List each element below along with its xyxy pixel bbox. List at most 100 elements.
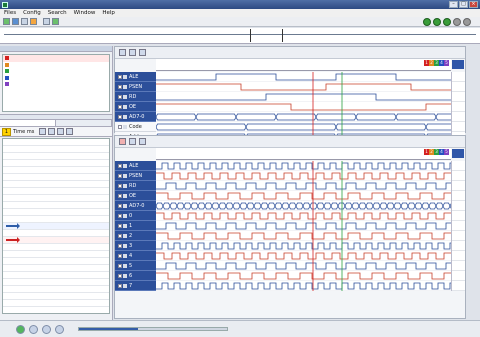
expand-icon[interactable] <box>118 85 122 89</box>
expand-icon[interactable] <box>118 254 122 258</box>
signal-row[interactable]: 3 <box>115 241 156 251</box>
signal-row[interactable]: ALE <box>115 72 156 82</box>
decoded-table[interactable] <box>2 138 110 314</box>
expand-icon[interactable] <box>118 234 122 238</box>
settings-icon[interactable] <box>66 128 74 135</box>
run-trigger-button[interactable] <box>443 18 451 26</box>
signal-row[interactable]: AD7-0 <box>115 201 156 211</box>
signal-row[interactable]: Code <box>115 122 156 132</box>
pane-top-waveforms[interactable] <box>156 72 451 142</box>
marker-chip[interactable]: 5 <box>444 149 449 155</box>
expand-icon[interactable] <box>118 264 122 268</box>
table-row[interactable] <box>3 209 109 216</box>
menu-search[interactable]: Search <box>48 10 67 16</box>
table-row[interactable] <box>3 153 109 160</box>
marker-item[interactable] <box>3 81 109 88</box>
table-row[interactable] <box>3 279 109 286</box>
expand-icon[interactable] <box>118 174 122 178</box>
table-row[interactable] <box>3 202 109 209</box>
table-row[interactable] <box>3 300 109 307</box>
table-row[interactable] <box>3 244 109 251</box>
table-row[interactable] <box>3 195 109 202</box>
expand-icon[interactable] <box>118 125 122 129</box>
expand-icon[interactable] <box>118 284 122 288</box>
cycle-icon[interactable] <box>43 18 50 25</box>
signal-row[interactable]: 0 <box>115 211 156 221</box>
signal-row[interactable]: PSEN <box>115 82 156 92</box>
pane-bottom-timebar[interactable] <box>156 148 451 160</box>
expand-icon[interactable] <box>118 224 122 228</box>
expand-icon[interactable] <box>118 194 122 198</box>
minimize-button[interactable]: – <box>449 1 458 8</box>
clock-button[interactable] <box>463 18 471 26</box>
expand-icon[interactable] <box>118 115 122 119</box>
table-row[interactable] <box>3 230 109 237</box>
signal-row[interactable]: 1 <box>115 221 156 231</box>
table-row[interactable] <box>3 139 109 146</box>
expand-icon[interactable] <box>118 204 122 208</box>
zoom-out-icon[interactable] <box>139 138 146 145</box>
expand-icon[interactable] <box>118 164 122 168</box>
signal-row[interactable]: 7 <box>115 281 156 291</box>
expand-icon[interactable] <box>118 75 122 79</box>
table-row[interactable] <box>3 251 109 258</box>
signal-row[interactable]: OE <box>115 191 156 201</box>
fit-icon[interactable] <box>139 49 146 56</box>
run-repeat-button[interactable] <box>433 18 441 26</box>
camera-icon[interactable] <box>42 324 51 334</box>
menu-config[interactable]: Config <box>23 10 41 16</box>
stop-button[interactable] <box>453 18 461 26</box>
expand-icon[interactable] <box>118 244 122 248</box>
copy-icon[interactable] <box>48 128 56 135</box>
signal-row[interactable]: RD <box>115 92 156 102</box>
expand-icon[interactable] <box>118 95 122 99</box>
signal-row[interactable]: 5 <box>115 261 156 271</box>
zoom-in-icon[interactable] <box>119 49 126 56</box>
zoom-out-icon[interactable] <box>129 49 136 56</box>
signal-row[interactable]: PSEN <box>115 171 156 181</box>
save-icon[interactable] <box>12 18 19 25</box>
pin-icon[interactable] <box>119 138 126 145</box>
marker-chip[interactable]: 5 <box>444 60 449 66</box>
menu-help[interactable]: Help <box>102 10 115 16</box>
fetch-icon[interactable] <box>30 18 37 25</box>
table-row[interactable] <box>3 216 109 223</box>
search-icon[interactable] <box>39 128 47 135</box>
table-row[interactable] <box>3 265 109 272</box>
table-row[interactable] <box>3 223 109 230</box>
link-icon[interactable] <box>29 324 38 334</box>
table-row[interactable] <box>3 293 109 300</box>
filter-icon[interactable] <box>57 128 65 135</box>
signal-row[interactable]: 2 <box>115 231 156 241</box>
chart-icon[interactable] <box>55 324 64 334</box>
table-row[interactable] <box>3 167 109 174</box>
pane-top-timebar[interactable] <box>156 59 451 71</box>
open-icon[interactable] <box>3 18 10 25</box>
tab-decoded-list-code[interactable] <box>0 120 56 126</box>
overview-marker-a[interactable] <box>250 29 251 42</box>
signal-row[interactable]: OE <box>115 102 156 112</box>
global-overview[interactable] <box>0 28 480 44</box>
table-row[interactable] <box>3 286 109 293</box>
menu-files[interactable]: Files <box>4 10 16 16</box>
table-row[interactable] <box>3 272 109 279</box>
close-button[interactable]: × <box>469 1 478 8</box>
signal-row[interactable]: 6 <box>115 271 156 281</box>
maximize-button[interactable]: □ <box>459 1 468 8</box>
print-icon[interactable] <box>21 18 28 25</box>
overview-marker-b[interactable] <box>282 29 283 42</box>
table-row[interactable] <box>3 181 109 188</box>
table-row[interactable] <box>3 237 109 244</box>
table-row[interactable] <box>3 258 109 265</box>
table-row[interactable] <box>3 160 109 167</box>
expand-icon[interactable] <box>118 214 122 218</box>
refresh-icon[interactable] <box>16 324 25 334</box>
signal-row[interactable]: AD7-0 <box>115 112 156 122</box>
table-row[interactable] <box>3 146 109 153</box>
pane-bottom-waveforms[interactable] <box>156 161 451 291</box>
connect-icon[interactable] <box>52 18 59 25</box>
table-row[interactable] <box>3 174 109 181</box>
zoom-in-icon[interactable] <box>129 138 136 145</box>
expand-icon[interactable] <box>118 105 122 109</box>
list-index-badge[interactable]: 1 <box>2 127 11 136</box>
